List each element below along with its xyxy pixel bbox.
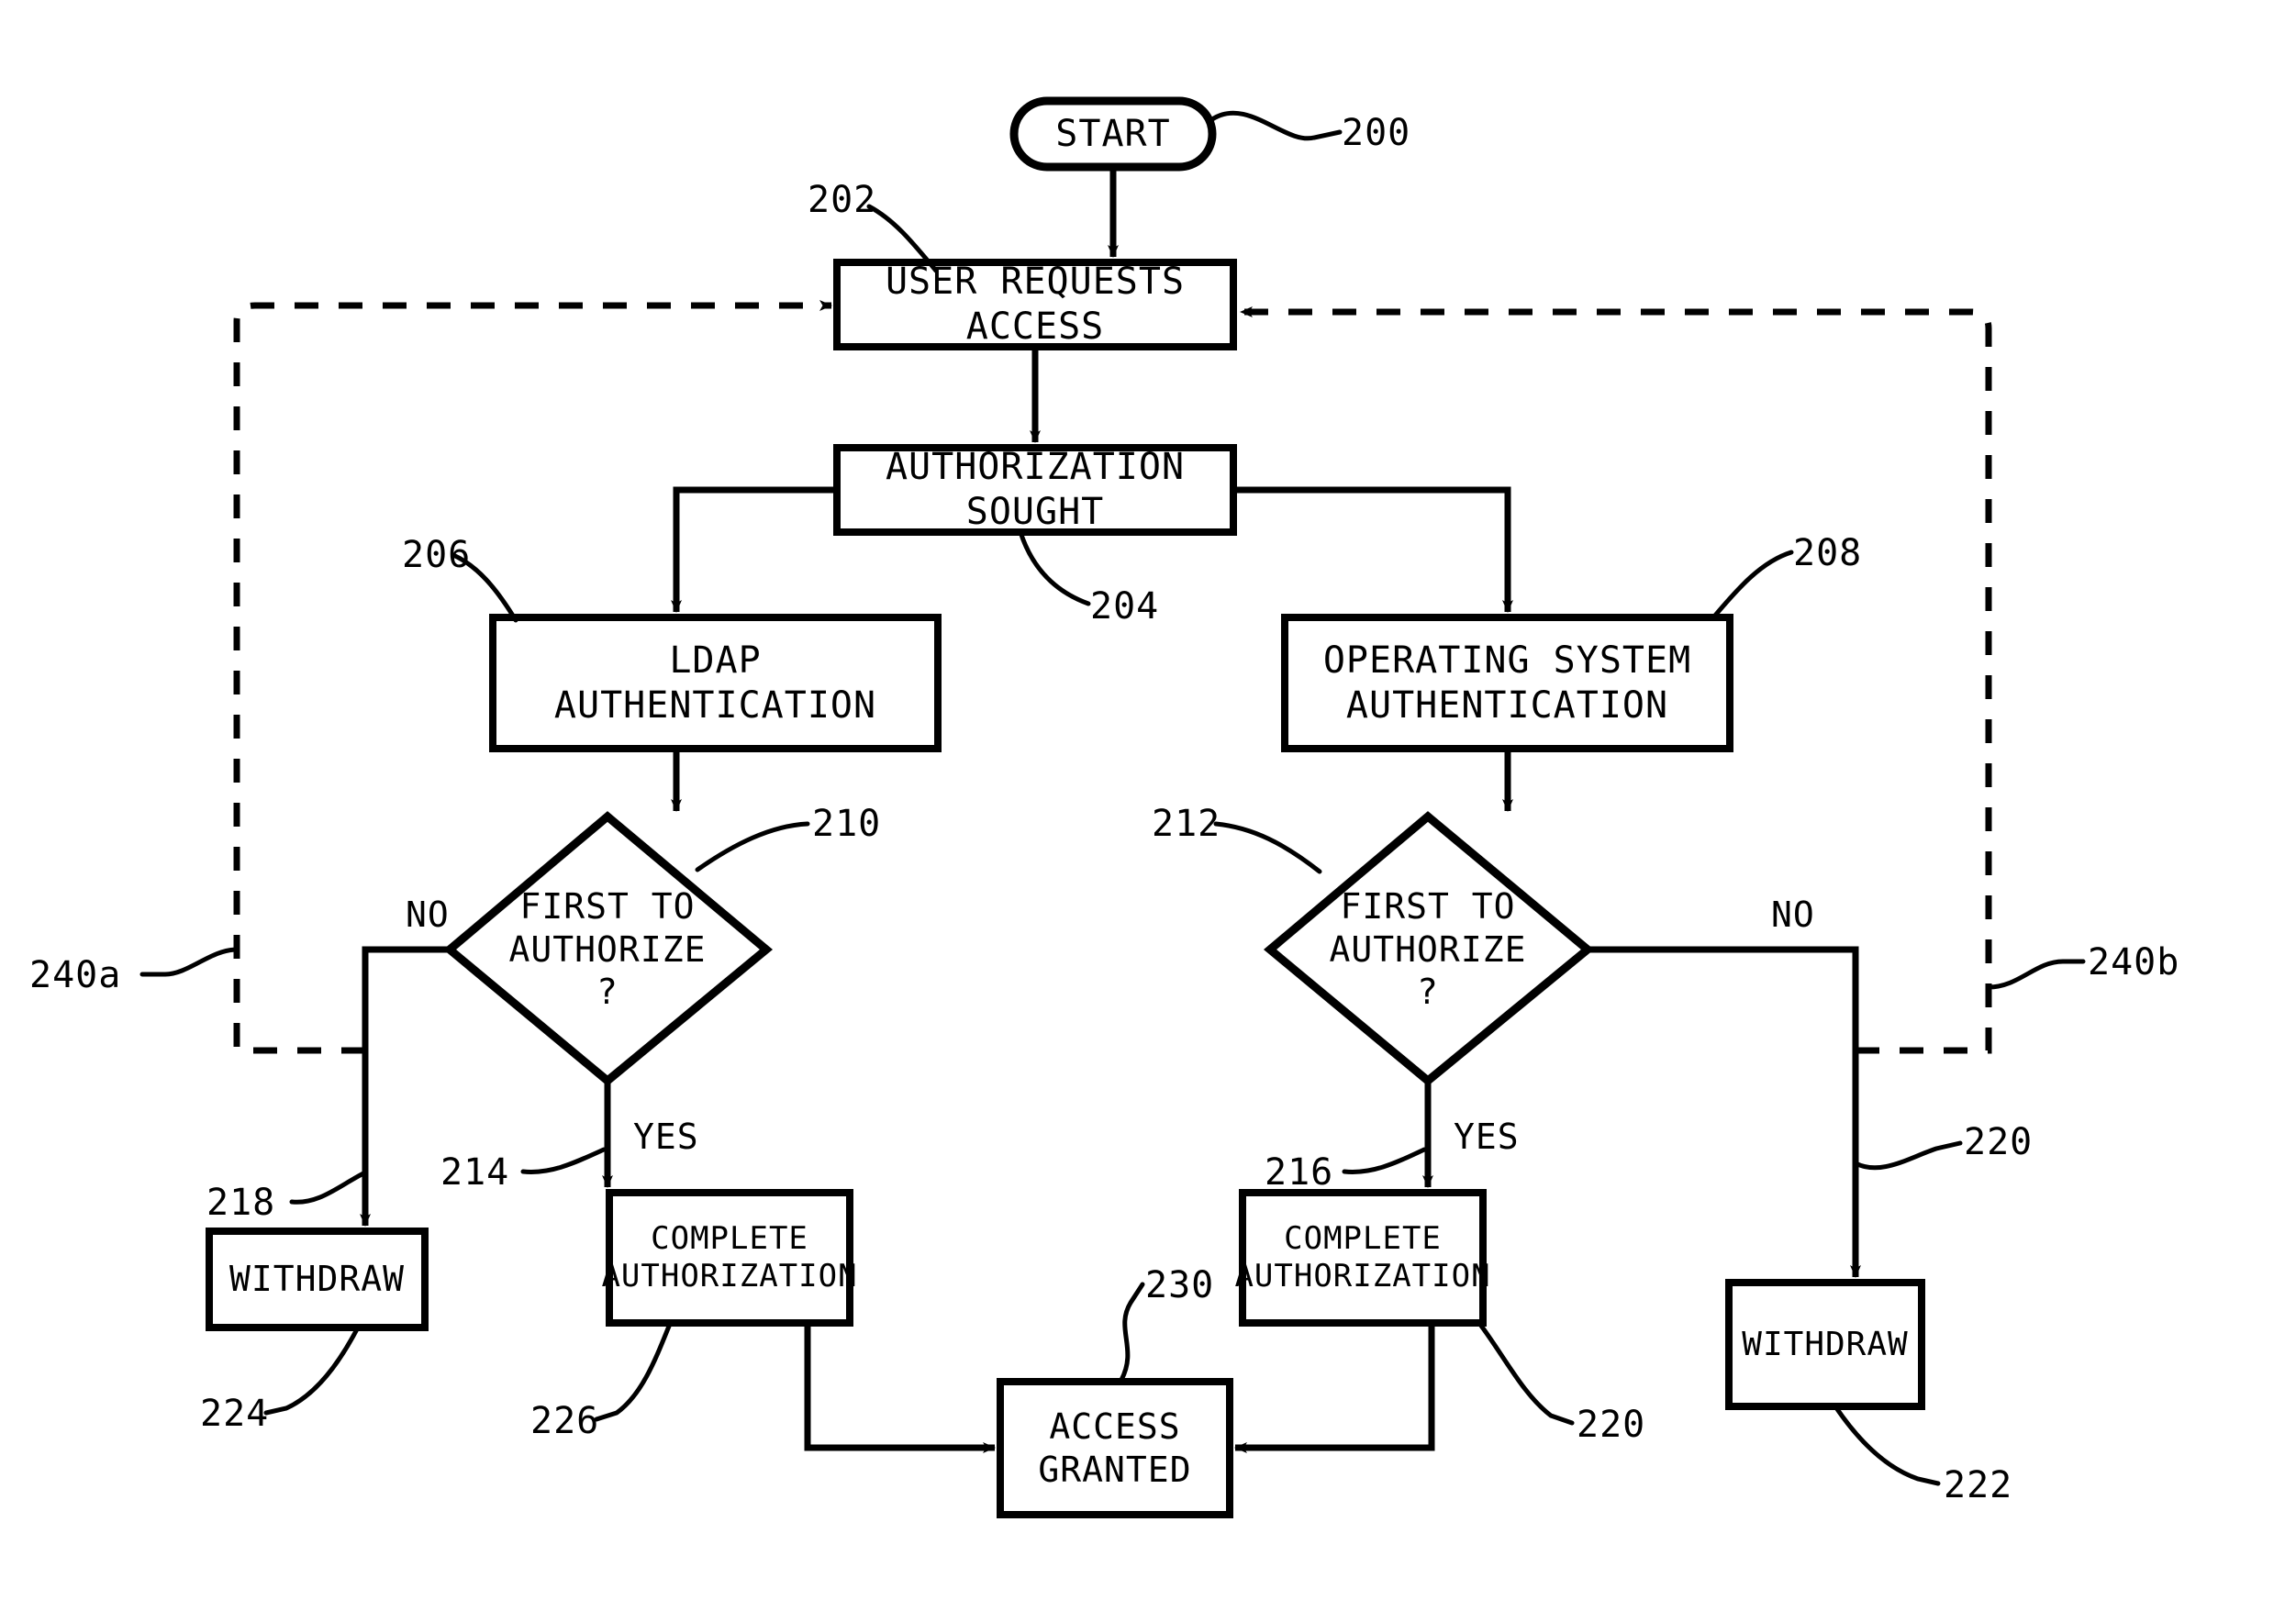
edge-label-yes-left: YES (633, 1117, 699, 1157)
edge-complete-left-to-access-granted (804, 1323, 996, 1453)
leader-214 (520, 1147, 607, 1174)
start-node-shape (1009, 96, 1217, 172)
flowchart-canvas (139, 96, 2086, 1518)
ref-numeral-214: 214 (440, 1151, 510, 1194)
leader-212 (1213, 821, 1322, 874)
ref-numeral-220-right: 220 (1964, 1121, 2034, 1163)
ref-numeral-220-complete-right: 220 (1577, 1404, 1646, 1446)
leader-200 (1209, 110, 1343, 141)
ref-numeral-230: 230 (1145, 1264, 1215, 1306)
ref-numeral-240b: 240b (2088, 941, 2180, 983)
ref-numeral-216: 216 (1265, 1151, 1334, 1194)
leader-240b (1986, 959, 2086, 990)
edge-authorization-to-ldap (671, 486, 837, 613)
os-authentication-box (1281, 614, 1733, 752)
ref-numeral-218: 218 (206, 1182, 276, 1224)
ref-numeral-210: 210 (812, 803, 882, 845)
ref-numeral-212: 212 (1152, 803, 1221, 845)
ref-numeral-240a: 240a (29, 954, 122, 996)
ldap-authentication-box (489, 614, 942, 752)
ref-numeral-208: 208 (1793, 532, 1863, 574)
authorization-sought-box (833, 444, 1237, 536)
edge-authorization-to-os (1233, 486, 1513, 613)
leader-220-mid (1478, 1323, 1575, 1426)
ref-numeral-204: 204 (1090, 585, 1160, 628)
edge-label-no-right: NO (1771, 894, 1815, 935)
leader-208 (1711, 550, 1794, 619)
ref-numeral-226: 226 (530, 1400, 600, 1442)
leader-216 (1342, 1147, 1427, 1174)
edge-label-no-left: NO (406, 894, 450, 935)
withdraw-right-box (1725, 1279, 1925, 1410)
ref-numeral-202: 202 (808, 179, 877, 221)
ref-numeral-200: 200 (1342, 112, 1411, 154)
leader-226 (594, 1321, 673, 1422)
edge-label-yes-right: YES (1454, 1117, 1520, 1157)
leader-240a (139, 947, 240, 977)
edge-decision-left-no (360, 946, 450, 1227)
feedback-loop-left-240a (233, 300, 832, 1054)
leader-210 (695, 821, 810, 872)
ref-numeral-222: 222 (1944, 1464, 2013, 1506)
feedback-loop-right-240b (1240, 306, 1992, 1054)
access-granted-box (997, 1378, 1233, 1518)
leader-230 (1119, 1282, 1145, 1383)
complete-auth-left-box (606, 1189, 853, 1327)
withdraw-left-box (206, 1228, 429, 1331)
complete-auth-right-box (1239, 1189, 1487, 1327)
leader-204 (1018, 529, 1091, 606)
leader-224 (263, 1325, 361, 1416)
leader-222 (1833, 1404, 1941, 1486)
edge-complete-right-to-access-granted (1234, 1323, 1435, 1453)
leader-218 (289, 1170, 368, 1205)
user-requests-access-box (833, 259, 1237, 350)
edge-decision-right-no (1588, 946, 1861, 1278)
decision-right-diamond (1263, 811, 1595, 1086)
leader-220-right (1853, 1140, 1963, 1171)
ref-numeral-206: 206 (402, 534, 472, 576)
ref-numeral-224: 224 (200, 1393, 270, 1435)
patent-flowchart-figure: START USER REQUESTS ACCESS AUTHORIZATION… (0, 0, 2296, 1611)
